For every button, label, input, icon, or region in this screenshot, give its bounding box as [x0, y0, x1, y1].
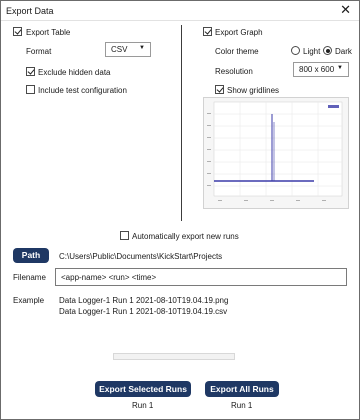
section-divider — [181, 25, 182, 221]
path-value: C:\Users\Public\Documents\KickStart\Proj… — [59, 252, 223, 261]
show-gridlines-checkbox[interactable] — [215, 85, 224, 94]
chevron-down-icon: ▼ — [139, 45, 145, 51]
theme-light-label: Light — [303, 47, 321, 56]
auto-export-label: Automatically export new runs — [132, 232, 239, 241]
include-test-checkbox[interactable] — [26, 85, 35, 94]
export-data-dialog: Export Data ✕ Export Table Format CSV ▼ … — [0, 0, 360, 420]
graph-preview-image — [204, 98, 348, 208]
color-theme-label: Color theme — [215, 47, 259, 56]
dialog-title: Export Data — [6, 6, 54, 16]
example-line-png: Data Logger-1 Run 1 2021-08-10T19.04.19.… — [59, 296, 229, 305]
include-test-label: Include test configuration — [38, 86, 127, 95]
title-bar: Export Data ✕ — [1, 1, 359, 21]
resolution-value: 800 x 600 — [299, 65, 335, 74]
export-selected-runs-button[interactable]: Export Selected Runs — [95, 381, 191, 397]
close-icon[interactable]: ✕ — [340, 3, 351, 17]
show-gridlines-label: Show gridlines — [227, 86, 280, 95]
export-table-label: Export Table — [26, 28, 71, 37]
theme-dark-radio[interactable] — [323, 46, 332, 55]
export-graph-checkbox[interactable] — [203, 27, 212, 36]
chevron-down-icon: ▼ — [337, 65, 343, 71]
auto-export-checkbox[interactable] — [120, 231, 129, 240]
export-table-checkbox[interactable] — [13, 27, 22, 36]
example-label: Example — [13, 296, 45, 305]
filename-label: Filename — [13, 273, 46, 282]
export-all-runs-button[interactable]: Export All Runs — [205, 381, 279, 397]
theme-light-radio[interactable] — [291, 46, 300, 55]
path-button[interactable]: Path — [13, 248, 49, 263]
filename-input[interactable]: <app-name> <run> <time> — [55, 268, 347, 286]
export-progress-bar — [113, 353, 235, 360]
resolution-label: Resolution — [215, 67, 253, 76]
resolution-select[interactable]: 800 x 600 ▼ — [293, 62, 349, 77]
example-line-csv: Data Logger-1 Run 1 2021-08-10T19.04.19.… — [59, 307, 228, 316]
filename-value: <app-name> <run> <time> — [61, 273, 157, 282]
theme-dark-label: Dark — [335, 47, 352, 56]
format-value: CSV — [111, 45, 128, 54]
graph-preview — [203, 97, 349, 209]
export-all-caption: Run 1 — [231, 401, 253, 410]
export-selected-caption: Run 1 — [132, 401, 154, 410]
format-select[interactable]: CSV ▼ — [105, 42, 151, 57]
exclude-hidden-checkbox[interactable] — [26, 67, 35, 76]
exclude-hidden-label: Exclude hidden data — [38, 68, 111, 77]
format-label: Format — [26, 47, 52, 56]
export-graph-label: Export Graph — [215, 28, 263, 37]
